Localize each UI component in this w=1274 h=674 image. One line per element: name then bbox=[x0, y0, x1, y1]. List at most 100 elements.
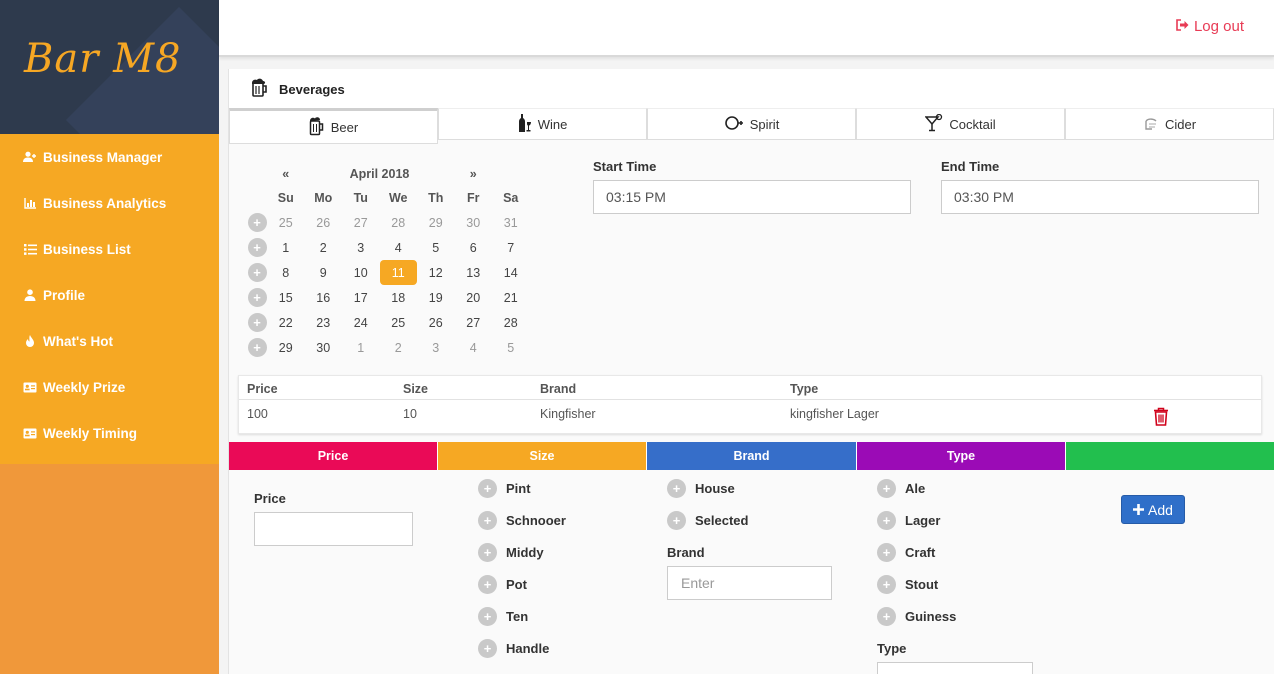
plus-circle-icon: + bbox=[478, 575, 497, 594]
calendar-day[interactable]: 19 bbox=[417, 285, 455, 310]
tab-wine[interactable]: Wine bbox=[438, 108, 647, 140]
sign-out-icon bbox=[1175, 18, 1189, 35]
brand-option-label: House bbox=[695, 481, 735, 496]
calendar-day[interactable]: 12 bbox=[417, 260, 455, 285]
sidebar-item-label: Weekly Prize bbox=[43, 379, 126, 395]
sidebar-item-whats-hot[interactable]: What's Hot bbox=[0, 318, 219, 364]
calendar-day[interactable]: 15 bbox=[267, 285, 305, 310]
calendar-day[interactable]: 5 bbox=[417, 235, 455, 260]
next-month-button[interactable]: » bbox=[455, 167, 493, 181]
trash-icon[interactable] bbox=[1153, 407, 1169, 429]
calendar-day[interactable]: 10 bbox=[342, 260, 380, 285]
sidebar-item-label: Profile bbox=[43, 287, 86, 303]
calendar-day[interactable]: 21 bbox=[492, 285, 530, 310]
type-option[interactable]: + Stout bbox=[877, 575, 938, 594]
size-option[interactable]: + Handle bbox=[478, 639, 549, 658]
calendar-day-selected[interactable]: 11 bbox=[379, 260, 417, 285]
type-option[interactable]: + Guiness bbox=[877, 607, 956, 626]
month-label[interactable]: April 2018 bbox=[305, 167, 455, 181]
price-input[interactable] bbox=[254, 512, 413, 546]
tab-label: Beer bbox=[330, 119, 359, 135]
calendar-day[interactable]: 24 bbox=[342, 310, 380, 335]
size-option[interactable]: + Pot bbox=[478, 575, 527, 594]
calendar-day[interactable]: 8 bbox=[267, 260, 305, 285]
sidebar-item-business-list[interactable]: Business List bbox=[0, 226, 219, 272]
tab-spirit[interactable]: Spirit bbox=[647, 108, 856, 140]
plus-circle-icon: + bbox=[877, 479, 896, 498]
plus-circle-icon: + bbox=[247, 313, 267, 332]
calendar-day[interactable]: 3 bbox=[342, 235, 380, 260]
calendar-day[interactable]: 17 bbox=[342, 285, 380, 310]
calendar-day[interactable]: 3 bbox=[417, 335, 455, 360]
tab-beer[interactable]: Beer bbox=[229, 108, 438, 144]
week-select-button[interactable]: + bbox=[247, 310, 267, 335]
calendar-day[interactable]: 25 bbox=[380, 310, 418, 335]
brand-area: Bar M8 bbox=[0, 0, 219, 134]
tab-cider[interactable]: Cider bbox=[1065, 108, 1274, 140]
calendar-day[interactable]: 7 bbox=[492, 235, 530, 260]
calendar-day[interactable]: 4 bbox=[455, 335, 493, 360]
brand-option[interactable]: + House bbox=[667, 479, 735, 498]
end-time-input[interactable]: 03:30 PM bbox=[941, 180, 1259, 214]
calendar-day[interactable]: 30 bbox=[455, 210, 493, 235]
calendar-day[interactable]: 5 bbox=[492, 335, 530, 360]
tab-label: Cider bbox=[1164, 116, 1197, 132]
calendar-day[interactable]: 25 bbox=[267, 210, 305, 235]
calendar-day[interactable]: 23 bbox=[305, 310, 343, 335]
week-select-button[interactable]: + bbox=[247, 235, 267, 260]
size-option[interactable]: + Ten bbox=[478, 607, 528, 626]
size-option[interactable]: + Pint bbox=[478, 479, 531, 498]
size-option[interactable]: + Schnooer bbox=[478, 511, 566, 530]
brand-input[interactable]: Enter bbox=[667, 566, 832, 600]
calendar-day[interactable]: 29 bbox=[267, 335, 305, 360]
tab-label: Wine bbox=[537, 116, 568, 132]
calendar-day[interactable]: 30 bbox=[305, 335, 343, 360]
calendar-day[interactable]: 6 bbox=[455, 235, 493, 260]
calendar-day[interactable]: 29 bbox=[417, 210, 455, 235]
cell-type: kingfisher Lager bbox=[790, 407, 879, 421]
tab-cocktail[interactable]: Cocktail bbox=[856, 108, 1065, 140]
brand-option[interactable]: + Selected bbox=[667, 511, 748, 530]
calendar-day[interactable]: 18 bbox=[380, 285, 418, 310]
start-time-input[interactable]: 03:15 PM bbox=[593, 180, 911, 214]
type-option[interactable]: + Craft bbox=[877, 543, 935, 562]
calendar-day[interactable]: 1 bbox=[342, 335, 380, 360]
calendar-day[interactable]: 27 bbox=[342, 210, 380, 235]
calendar-day[interactable]: 31 bbox=[492, 210, 530, 235]
calendar-day[interactable]: 27 bbox=[455, 310, 493, 335]
calendar-day[interactable]: 22 bbox=[267, 310, 305, 335]
logout-link[interactable]: Log out bbox=[1175, 18, 1244, 35]
sidebar-item-weekly-timing[interactable]: Weekly Timing bbox=[0, 410, 219, 456]
week-select-button[interactable]: + bbox=[247, 260, 267, 285]
week-select-button[interactable]: + bbox=[247, 335, 267, 360]
calendar-day[interactable]: 9 bbox=[305, 260, 343, 285]
add-button[interactable]: Add bbox=[1121, 495, 1185, 524]
calendar-day[interactable]: 16 bbox=[305, 285, 343, 310]
top-bar: Log out bbox=[219, 0, 1274, 57]
calendar-day[interactable]: 1 bbox=[267, 235, 305, 260]
type-option[interactable]: + Ale bbox=[877, 479, 925, 498]
calendar-day[interactable]: 2 bbox=[380, 335, 418, 360]
size-option[interactable]: + Middy bbox=[478, 543, 544, 562]
week-select-button[interactable]: + bbox=[247, 285, 267, 310]
brand-logo[interactable]: Bar M8 bbox=[24, 36, 181, 82]
calendar-day[interactable]: 14 bbox=[492, 260, 530, 285]
type-option[interactable]: + Lager bbox=[877, 511, 940, 530]
type-input[interactable] bbox=[877, 662, 1033, 674]
type-option-label: Craft bbox=[905, 545, 936, 560]
calendar-day[interactable]: 4 bbox=[380, 235, 418, 260]
wine-bottle-icon bbox=[518, 113, 532, 135]
calendar-day[interactable]: 26 bbox=[305, 210, 343, 235]
sidebar-item-business-analytics[interactable]: Business Analytics bbox=[0, 180, 219, 226]
calendar-day[interactable]: 2 bbox=[305, 235, 343, 260]
prev-month-button[interactable]: « bbox=[267, 167, 305, 181]
week-select-button[interactable]: + bbox=[247, 210, 267, 235]
sidebar-item-business-manager[interactable]: Business Manager bbox=[0, 134, 219, 180]
sidebar-item-profile[interactable]: Profile bbox=[0, 272, 219, 318]
calendar-day[interactable]: 13 bbox=[455, 260, 493, 285]
sidebar-item-weekly-prize[interactable]: Weekly Prize bbox=[0, 364, 219, 410]
calendar-day[interactable]: 26 bbox=[417, 310, 455, 335]
calendar-day[interactable]: 28 bbox=[380, 210, 418, 235]
calendar-day[interactable]: 20 bbox=[455, 285, 493, 310]
calendar-day[interactable]: 28 bbox=[492, 310, 530, 335]
